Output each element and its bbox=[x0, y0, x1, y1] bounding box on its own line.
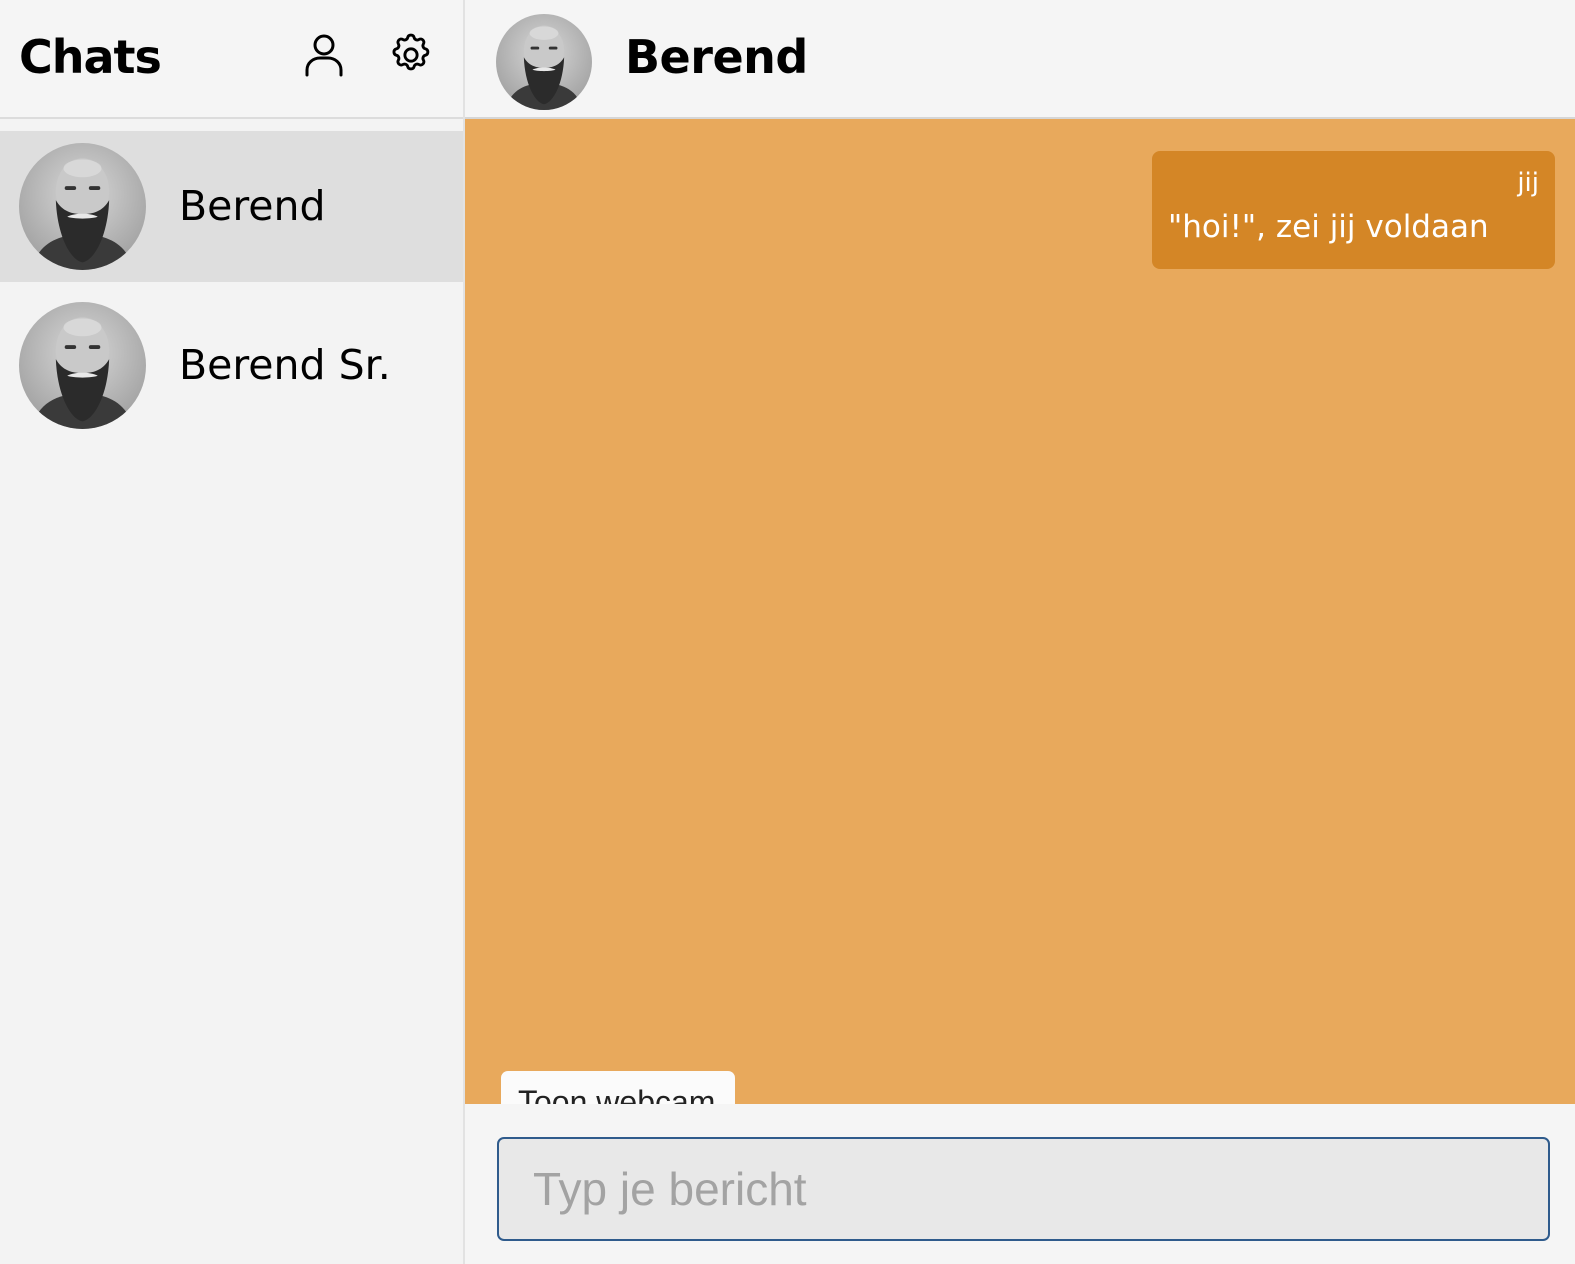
chat-item-name: Berend bbox=[179, 182, 326, 230]
message-area[interactable]: jij "hoi!", zei jij voldaan bbox=[465, 119, 1575, 1104]
contact-avatar[interactable] bbox=[496, 14, 592, 110]
chat-list: Berend Berend Sr. bbox=[0, 131, 463, 441]
composer bbox=[465, 1104, 1575, 1264]
contact-avatar bbox=[19, 143, 146, 270]
settings-button[interactable] bbox=[388, 32, 434, 78]
profile-button[interactable] bbox=[301, 32, 347, 78]
chat-app: Chats Berend Berend Sr. Berend jij "hoi!… bbox=[0, 0, 1575, 1264]
message-text: "hoi!", zei jij voldaan bbox=[1168, 209, 1489, 245]
gear-icon bbox=[392, 33, 430, 71]
conversation-panel: Berend jij "hoi!", zei jij voldaan Toon … bbox=[465, 0, 1575, 1264]
sidebar: Chats Berend Berend Sr. bbox=[0, 0, 465, 1264]
chat-item-name: Berend Sr. bbox=[179, 341, 391, 389]
conversation-title: Berend bbox=[625, 30, 808, 84]
user-icon bbox=[305, 34, 343, 77]
conversation-header: Berend bbox=[465, 0, 1575, 119]
contact-avatar bbox=[19, 302, 146, 429]
message-sender: jij bbox=[1517, 168, 1539, 198]
chat-item-berend-sr[interactable]: Berend Sr. bbox=[0, 290, 463, 441]
message-bubble-own: jij "hoi!", zei jij voldaan bbox=[1152, 151, 1555, 269]
chat-item-berend[interactable]: Berend bbox=[0, 131, 463, 282]
message-input[interactable] bbox=[497, 1137, 1550, 1241]
sidebar-title: Chats bbox=[19, 30, 162, 84]
sidebar-header: Chats bbox=[0, 0, 463, 119]
